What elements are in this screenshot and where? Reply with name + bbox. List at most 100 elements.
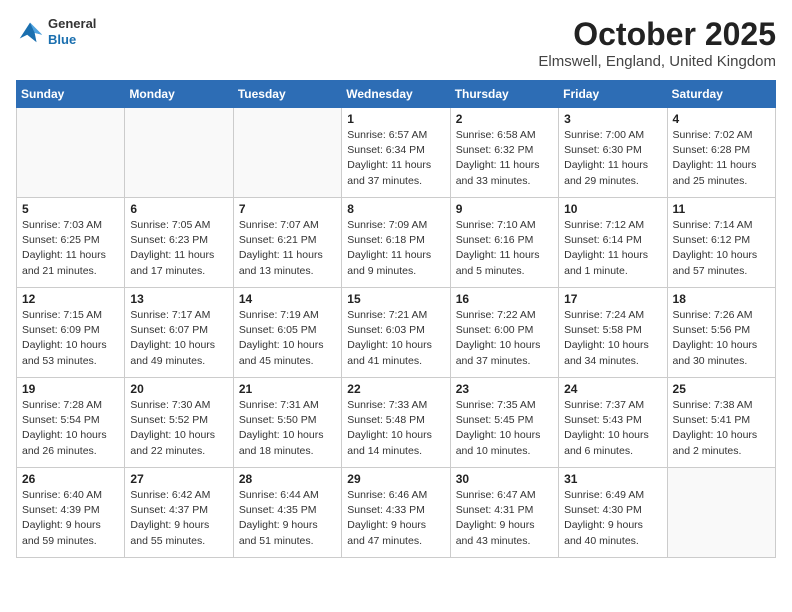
logo-bird-icon (16, 18, 44, 46)
day-info: Sunrise: 6:58 AMSunset: 6:32 PMDaylight:… (456, 128, 553, 189)
day-number: 23 (456, 382, 553, 396)
day-info: Sunrise: 7:35 AMSunset: 5:45 PMDaylight:… (456, 398, 553, 459)
day-number: 5 (22, 202, 119, 216)
day-info: Sunrise: 7:03 AMSunset: 6:25 PMDaylight:… (22, 218, 119, 279)
page-subtitle: Elmswell, England, United Kingdom (538, 53, 776, 70)
day-info: Sunrise: 6:44 AMSunset: 4:35 PMDaylight:… (239, 488, 336, 549)
calendar-cell: 27 Sunrise: 6:42 AMSunset: 4:37 PMDayligh… (125, 468, 233, 558)
logo-blue: Blue (48, 32, 96, 48)
day-info: Sunrise: 7:17 AMSunset: 6:07 PMDaylight:… (130, 308, 227, 369)
day-number: 1 (347, 112, 444, 126)
calendar-cell (667, 468, 775, 558)
day-number: 11 (673, 202, 770, 216)
calendar-cell: 25 Sunrise: 7:38 AMSunset: 5:41 PMDayligh… (667, 378, 775, 468)
day-number: 4 (673, 112, 770, 126)
day-number: 24 (564, 382, 661, 396)
calendar-cell: 29Sunrise: 6:46 AMSunset: 4:33 PMDayligh… (342, 468, 450, 558)
calendar-week-row: 5 Sunrise: 7:03 AMSunset: 6:25 PMDaylight… (17, 198, 776, 288)
calendar-cell: 8Sunrise: 7:09 AMSunset: 6:18 PMDaylight… (342, 198, 450, 288)
calendar-cell: 22 Sunrise: 7:33 AMSunset: 5:48 PMDayligh… (342, 378, 450, 468)
calendar-cell: 2 Sunrise: 6:58 AMSunset: 6:32 PMDaylight… (450, 108, 558, 198)
calendar-cell: 31 Sunrise: 6:49 AMSunset: 4:30 PMDayligh… (559, 468, 667, 558)
day-info: Sunrise: 7:22 AMSunset: 6:00 PMDaylight:… (456, 308, 553, 369)
day-info: Sunrise: 6:46 AMSunset: 4:33 PMDaylight:… (347, 488, 444, 549)
calendar-cell: 17Sunrise: 7:24 AMSunset: 5:58 PMDayligh… (559, 288, 667, 378)
calendar-week-row: 19 Sunrise: 7:28 AMSunset: 5:54 PMDayligh… (17, 378, 776, 468)
calendar-cell: 5 Sunrise: 7:03 AMSunset: 6:25 PMDaylight… (17, 198, 125, 288)
weekday-header-monday: Monday (125, 81, 233, 108)
day-info: Sunrise: 7:00 AMSunset: 6:30 PMDaylight:… (564, 128, 661, 189)
calendar-cell: 28 Sunrise: 6:44 AMSunset: 4:35 PMDayligh… (233, 468, 341, 558)
day-info: Sunrise: 6:57 AMSunset: 6:34 PMDaylight:… (347, 128, 444, 189)
day-info: Sunrise: 7:30 AMSunset: 5:52 PMDaylight:… (130, 398, 227, 459)
day-info: Sunrise: 7:19 AMSunset: 6:05 PMDaylight:… (239, 308, 336, 369)
day-number: 31 (564, 472, 661, 486)
calendar-week-row: 12 Sunrise: 7:15 AMSunset: 6:09 PMDayligh… (17, 288, 776, 378)
day-number: 19 (22, 382, 119, 396)
day-info: Sunrise: 7:26 AMSunset: 5:56 PMDaylight:… (673, 308, 770, 369)
day-info: Sunrise: 7:37 AMSunset: 5:43 PMDaylight:… (564, 398, 661, 459)
day-number: 22 (347, 382, 444, 396)
day-info: Sunrise: 7:21 AMSunset: 6:03 PMDaylight:… (347, 308, 444, 369)
calendar-cell (17, 108, 125, 198)
calendar-cell: 12 Sunrise: 7:15 AMSunset: 6:09 PMDayligh… (17, 288, 125, 378)
calendar-cell: 13 Sunrise: 7:17 AMSunset: 6:07 PMDayligh… (125, 288, 233, 378)
day-number: 12 (22, 292, 119, 306)
weekday-header-friday: Friday (559, 81, 667, 108)
day-number: 25 (673, 382, 770, 396)
calendar-cell: 26Sunrise: 6:40 AMSunset: 4:39 PMDayligh… (17, 468, 125, 558)
calendar-cell: 20Sunrise: 7:30 AMSunset: 5:52 PMDayligh… (125, 378, 233, 468)
day-info: Sunrise: 7:15 AMSunset: 6:09 PMDaylight:… (22, 308, 119, 369)
calendar-cell (233, 108, 341, 198)
calendar-cell: 24 Sunrise: 7:37 AMSunset: 5:43 PMDayligh… (559, 378, 667, 468)
day-number: 16 (456, 292, 553, 306)
weekday-header-row: SundayMondayTuesdayWednesdayThursdayFrid… (17, 81, 776, 108)
weekday-header-saturday: Saturday (667, 81, 775, 108)
day-info: Sunrise: 7:14 AMSunset: 6:12 PMDaylight:… (673, 218, 770, 279)
day-number: 3 (564, 112, 661, 126)
day-number: 14 (239, 292, 336, 306)
day-info: Sunrise: 7:38 AMSunset: 5:41 PMDaylight:… (673, 398, 770, 459)
calendar-cell: 30Sunrise: 6:47 AMSunset: 4:31 PMDayligh… (450, 468, 558, 558)
calendar-cell: 11 Sunrise: 7:14 AMSunset: 6:12 PMDayligh… (667, 198, 775, 288)
day-number: 6 (130, 202, 227, 216)
calendar-table: SundayMondayTuesdayWednesdayThursdayFrid… (16, 80, 776, 558)
weekday-header-wednesday: Wednesday (342, 81, 450, 108)
calendar-cell: 23 Sunrise: 7:35 AMSunset: 5:45 PMDayligh… (450, 378, 558, 468)
calendar-cell: 19 Sunrise: 7:28 AMSunset: 5:54 PMDayligh… (17, 378, 125, 468)
day-number: 30 (456, 472, 553, 486)
day-info: Sunrise: 7:09 AMSunset: 6:18 PMDaylight:… (347, 218, 444, 279)
day-info: Sunrise: 7:28 AMSunset: 5:54 PMDaylight:… (22, 398, 119, 459)
page-title: October 2025 (538, 16, 776, 53)
calendar-week-row: 26Sunrise: 6:40 AMSunset: 4:39 PMDayligh… (17, 468, 776, 558)
day-number: 27 (130, 472, 227, 486)
calendar-cell: 16 Sunrise: 7:22 AMSunset: 6:00 PMDayligh… (450, 288, 558, 378)
calendar-cell: 6 Sunrise: 7:05 AMSunset: 6:23 PMDaylight… (125, 198, 233, 288)
calendar-cell: 15 Sunrise: 7:21 AMSunset: 6:03 PMDayligh… (342, 288, 450, 378)
day-info: Sunrise: 7:10 AMSunset: 6:16 PMDaylight:… (456, 218, 553, 279)
day-info: Sunrise: 7:12 AMSunset: 6:14 PMDaylight:… (564, 218, 661, 279)
day-info: Sunrise: 6:42 AMSunset: 4:37 PMDaylight:… (130, 488, 227, 549)
logo: General Blue (16, 16, 96, 47)
day-info: Sunrise: 7:33 AMSunset: 5:48 PMDaylight:… (347, 398, 444, 459)
calendar-cell: 1 Sunrise: 6:57 AMSunset: 6:34 PMDaylight… (342, 108, 450, 198)
day-info: Sunrise: 7:02 AMSunset: 6:28 PMDaylight:… (673, 128, 770, 189)
page-header: General Blue October 2025 Elmswell, Engl… (16, 16, 776, 70)
calendar-cell: 18 Sunrise: 7:26 AMSunset: 5:56 PMDayligh… (667, 288, 775, 378)
weekday-header-thursday: Thursday (450, 81, 558, 108)
calendar-cell: 4 Sunrise: 7:02 AMSunset: 6:28 PMDaylight… (667, 108, 775, 198)
calendar-cell: 7Sunrise: 7:07 AMSunset: 6:21 PMDaylight… (233, 198, 341, 288)
day-number: 7 (239, 202, 336, 216)
day-number: 15 (347, 292, 444, 306)
logo-general: General (48, 16, 96, 32)
day-number: 13 (130, 292, 227, 306)
calendar-cell (125, 108, 233, 198)
calendar-cell: 10Sunrise: 7:12 AMSunset: 6:14 PMDayligh… (559, 198, 667, 288)
calendar-cell: 9Sunrise: 7:10 AMSunset: 6:16 PMDaylight… (450, 198, 558, 288)
calendar-cell: 3 Sunrise: 7:00 AMSunset: 6:30 PMDaylight… (559, 108, 667, 198)
day-number: 28 (239, 472, 336, 486)
day-info: Sunrise: 7:05 AMSunset: 6:23 PMDaylight:… (130, 218, 227, 279)
day-number: 18 (673, 292, 770, 306)
day-number: 2 (456, 112, 553, 126)
day-info: Sunrise: 6:49 AMSunset: 4:30 PMDaylight:… (564, 488, 661, 549)
